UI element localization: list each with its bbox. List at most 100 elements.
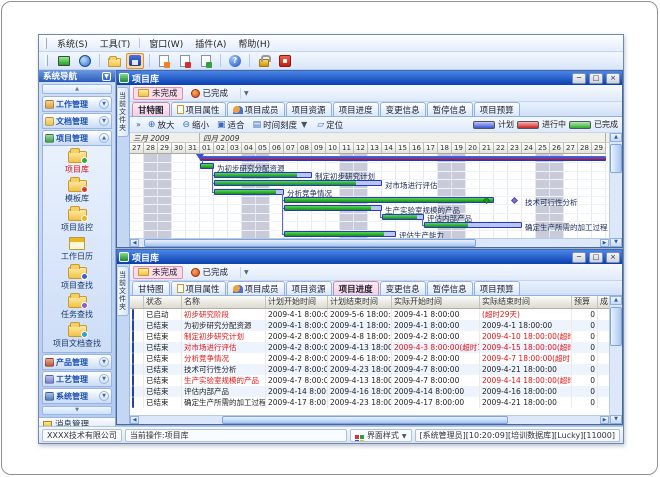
report-delete-button[interactable] <box>197 53 215 69</box>
scroll-up-arrow[interactable]: ▲ <box>610 133 622 142</box>
task-bar-评估内部产品[interactable] <box>382 214 424 220</box>
filter-unfinished-button[interactable]: 未完成 <box>133 266 183 279</box>
table-row[interactable]: 已结束制定初步研究计划2009-4-2 8:00:002009-4-8 18:0… <box>130 331 609 342</box>
task-bar-评估生产能力[interactable] <box>284 231 396 237</box>
tool-适合-button[interactable]: ▣适合 <box>214 118 248 131</box>
open-folder-button[interactable] <box>105 53 123 69</box>
scroll-right-arrow[interactable]: ▶ <box>600 416 609 424</box>
menu-grip[interactable] <box>44 38 47 49</box>
tab-甘特图[interactable]: 甘特图 <box>132 102 170 116</box>
scroll-up-arrow[interactable]: ▲ <box>610 296 622 305</box>
minimize-button[interactable]: ─ <box>572 73 586 84</box>
column-header-实际结束时间[interactable]: 实际结束时间 <box>480 296 572 308</box>
sidebar-group-header-process[interactable]: 工艺管理▼ <box>42 371 112 387</box>
tab-项目属性[interactable]: 项目属性 <box>171 281 226 295</box>
tab-项目预算[interactable]: 项目预算 <box>474 281 520 295</box>
column-header-实际开始时间[interactable]: 实际开始时间 <box>392 296 480 308</box>
table-row[interactable]: 已结束分析竞争情况2009-4-2 8:00:002009-4-6 18:00:… <box>130 353 609 364</box>
sidebar-item-work-calendar[interactable]: 工作日历 <box>43 235 111 264</box>
workspace-button[interactable] <box>55 53 73 69</box>
lock-button[interactable] <box>255 53 273 69</box>
menu-item[interactable]: 帮助(H) <box>232 36 276 51</box>
report-edit-button[interactable] <box>176 53 194 69</box>
table-row[interactable]: 已结束评估内部产品2009-4-14 8:00:002009-4-16 18:0… <box>130 386 609 397</box>
column-header-预算[interactable]: 预算 <box>572 296 598 308</box>
task-bar-分析竞争情况[interactable] <box>214 189 284 195</box>
sidebar-item-project-search[interactable]: 项目查找 <box>43 264 111 293</box>
close-button[interactable]: × <box>606 73 620 84</box>
tool-放大-button[interactable]: ⊕放大 <box>145 118 178 131</box>
menu-item[interactable]: 窗口(W) <box>143 36 189 51</box>
tab-变更信息[interactable]: 变更信息 <box>380 102 426 116</box>
vscroll-thumb[interactable] <box>610 307 622 346</box>
sidebar-tab-messages[interactable]: 消息管理 <box>39 417 115 426</box>
scroll-left-arrow[interactable]: ◀ <box>130 239 139 247</box>
close-button[interactable]: × <box>606 252 620 263</box>
menu-item[interactable]: 系统(S) <box>51 36 94 51</box>
sidebar-item-project-monitor[interactable]: 项目监控 <box>43 206 111 235</box>
tab-项目资源[interactable]: 项目资源 <box>286 281 332 295</box>
exit-button[interactable] <box>276 53 294 69</box>
hscroll-track[interactable] <box>139 416 600 424</box>
tab-暂停信息[interactable]: 暂停信息 <box>427 281 473 295</box>
hscroll-thumb[interactable] <box>222 416 508 424</box>
tab-甘特图[interactable]: 甘特图 <box>132 281 170 295</box>
sidebar-item-project-doc-search[interactable]: 项目文档查找 <box>43 322 111 351</box>
scroll-left-arrow[interactable]: ◀ <box>130 416 139 424</box>
chevron-down-icon[interactable]: ▼ <box>99 357 109 367</box>
table-window-titlebar[interactable]: 项目库 ─ □ × <box>117 250 622 264</box>
tab-项目进度[interactable]: 项目进度 <box>333 102 379 116</box>
tab-项目成员[interactable]: 项目成员 <box>227 281 285 295</box>
chevron-down-icon[interactable]: ▼ <box>99 99 109 109</box>
task-bar-生产实验室规模的产品[interactable] <box>284 205 382 211</box>
task-bar-技术可行性分析[interactable] <box>284 197 494 203</box>
table-row[interactable]: 已结束确定生产所需的加工过程2009-4-17 8:00:002009-4-23… <box>130 397 609 408</box>
filter-dropdown-button[interactable]: ▼ <box>240 88 252 99</box>
folder-panel-tab[interactable]: 当前文件夹 <box>118 266 129 316</box>
maximize-button[interactable]: □ <box>589 252 603 263</box>
sidebar-group-header-product[interactable]: 产品管理▼ <box>42 354 112 370</box>
table-row[interactable]: 已启动初步研究阶段2009-4-1 8:00:002009-5-6 18:00:… <box>130 309 609 320</box>
task-bar-对市场进行评估[interactable] <box>214 180 382 186</box>
column-header-计划开始时间[interactable]: 计划开始时间 <box>266 296 328 308</box>
filter-finished-button[interactable]: 已完成 <box>186 266 234 279</box>
web-button[interactable] <box>76 53 94 69</box>
tab-暂停信息[interactable]: 暂停信息 <box>427 102 473 116</box>
sidebar-item-template-library[interactable]: 模板库 <box>43 177 111 206</box>
chevron-down-icon[interactable]: ▼ <box>99 374 109 384</box>
vscroll-track[interactable] <box>610 142 622 238</box>
scroll-down-arrow[interactable]: ▼ <box>610 415 622 424</box>
sidebar-scroll-up-button[interactable]: ▲ <box>42 84 112 94</box>
chevron-up-icon[interactable]: ▲ <box>99 133 109 143</box>
tool-定位-button[interactable]: ▱定位 <box>314 118 346 131</box>
chevron-down-icon[interactable]: ▼ <box>99 391 109 401</box>
toolbar-overflow-button[interactable]: » <box>134 120 143 129</box>
toolbar-grip[interactable] <box>45 55 48 66</box>
tab-项目属性[interactable]: 项目属性 <box>171 102 226 116</box>
tab-项目资源[interactable]: 项目资源 <box>286 102 332 116</box>
menu-item[interactable]: 工具(T) <box>94 36 137 51</box>
table-row[interactable]: 已结束对市场进行评估2009-4-2 8:00:002009-4-13 18:0… <box>130 342 609 353</box>
column-header-成[interactable]: 成 <box>598 296 609 308</box>
menu-item[interactable]: 插件(A) <box>189 36 232 51</box>
tab-项目预算[interactable]: 项目预算 <box>474 102 520 116</box>
tool-缩小-button[interactable]: ⊖缩小 <box>179 118 212 131</box>
filter-finished-button[interactable]: 已完成 <box>186 87 234 100</box>
tab-项目进度[interactable]: 项目进度 <box>333 281 379 295</box>
column-header-icon[interactable] <box>130 296 144 308</box>
scroll-down-arrow[interactable]: ▼ <box>610 238 622 247</box>
filter-dropdown-button[interactable]: ▼ <box>240 267 252 278</box>
tab-项目成员[interactable]: 项目成员 <box>227 102 285 116</box>
chevron-down-icon[interactable]: ▼ <box>99 116 109 126</box>
maximize-button[interactable]: □ <box>589 73 603 84</box>
folder-panel-tab[interactable]: 当前文件夹 <box>118 87 129 137</box>
minimize-button[interactable]: ─ <box>572 252 586 263</box>
hscroll-track[interactable] <box>139 239 600 247</box>
table-row[interactable]: 已结束技术可行性分析2009-4-7 8:00:002009-4-23 18:0… <box>130 364 609 375</box>
report-new-button[interactable] <box>155 53 173 69</box>
column-header-计划结束时间[interactable]: 计划结束时间 <box>328 296 392 308</box>
help-button[interactable]: ? <box>226 53 244 69</box>
sidebar-item-task-search[interactable]: 任务查找 <box>43 293 111 322</box>
tab-变更信息[interactable]: 变更信息 <box>380 281 426 295</box>
table-row[interactable]: 已结束为初步研究分配资源2009-4-1 8:00:002009-4-1 18:… <box>130 320 609 331</box>
